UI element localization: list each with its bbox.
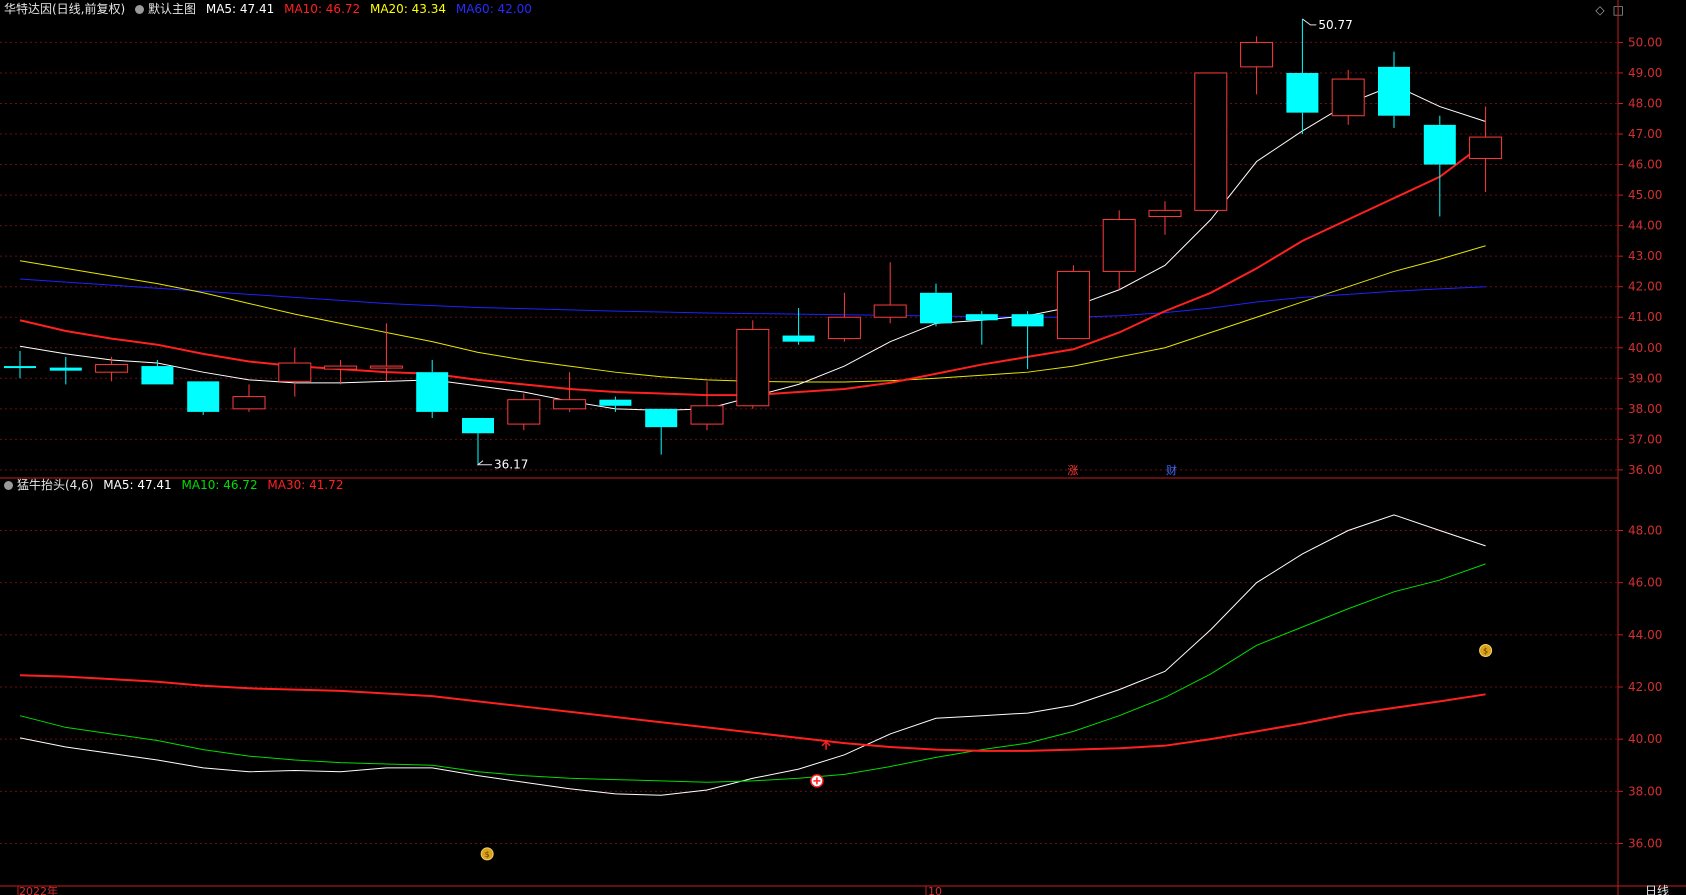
price-tick-label: 50.00	[1628, 35, 1662, 49]
candle-body	[462, 417, 494, 434]
indicator-tick-label: 38.00	[1628, 784, 1662, 798]
candle-body	[1331, 78, 1365, 117]
price-tick-label: 40.00	[1628, 341, 1662, 355]
candle-body	[232, 396, 266, 410]
candle-body	[1056, 270, 1090, 340]
low-price-label: 36.17	[494, 458, 528, 472]
candle-body	[4, 366, 36, 369]
candle-body	[416, 372, 449, 412]
price-tick-label: 49.00	[1628, 66, 1662, 80]
stock-chart[interactable]: 50.00 49.00 48.00 47.00 46.00 45.00 44.00 43.00…	[0, 0, 1686, 895]
price-tick-label: 39.00	[1628, 371, 1662, 385]
candle-body	[1286, 72, 1319, 113]
candle-body	[645, 408, 678, 428]
indicator-tick-label: 36.00	[1628, 836, 1662, 850]
indicator-tick-label: 44.00	[1628, 628, 1662, 642]
candle-body	[369, 365, 403, 369]
candle-body	[1194, 72, 1228, 211]
price-tick-label: 43.00	[1628, 249, 1662, 263]
candle-body	[599, 399, 632, 406]
indicator-tick-label: 48.00	[1628, 524, 1662, 538]
candle-body	[49, 367, 82, 371]
candle-body	[95, 364, 129, 373]
candle-body	[1378, 66, 1410, 116]
ma-line-ma60	[19, 278, 1486, 318]
candle-body	[187, 381, 220, 412]
candle-body	[690, 405, 724, 425]
candle-body	[553, 399, 587, 410]
candle-body	[1240, 41, 1274, 68]
candle-body	[736, 328, 770, 407]
zhang-badge: 涨	[1067, 464, 1078, 477]
price-tick-label: 48.00	[1628, 96, 1662, 110]
price-tick-label: 42.00	[1628, 280, 1662, 294]
candle-body	[1148, 209, 1182, 217]
month-label: 10	[928, 885, 942, 895]
price-tick-label: 46.00	[1628, 158, 1662, 172]
candle-body	[873, 304, 907, 318]
indicator-tick-label: 46.00	[1628, 576, 1662, 590]
candle-body	[324, 365, 358, 370]
money-bag-icon-glyph: $	[1483, 646, 1488, 655]
candle-body	[278, 362, 312, 382]
price-tick-label: 37.00	[1628, 432, 1662, 446]
candle-body	[965, 314, 998, 321]
high-price-label: 50.77	[1318, 18, 1352, 32]
candle-body	[141, 366, 174, 385]
low-pointer	[476, 460, 492, 466]
price-tick-label: 36.00	[1628, 463, 1662, 477]
candle-body	[1011, 314, 1044, 327]
candle-body	[1102, 219, 1136, 272]
year-label: 2022年	[19, 884, 58, 895]
price-tick-label: 44.00	[1628, 219, 1662, 233]
indicator-line-ma10	[19, 563, 1486, 783]
candle-body	[1469, 136, 1503, 159]
cai-badge: 财	[1166, 463, 1177, 477]
candle-body	[1423, 124, 1456, 165]
candle-body	[827, 316, 861, 340]
money-bag-icon-glyph: $	[485, 850, 490, 859]
candle-body	[920, 292, 952, 324]
candle-body	[507, 399, 541, 425]
candle-body	[782, 335, 815, 342]
indicator-line-ma5	[19, 514, 1486, 796]
indicator-tick-label: 40.00	[1628, 732, 1662, 746]
indicator-tick-label: 42.00	[1628, 680, 1662, 694]
period-label: 日线	[1645, 884, 1669, 895]
price-tick-label: 45.00	[1628, 188, 1662, 202]
price-tick-label: 38.00	[1628, 402, 1662, 416]
price-tick-label: 41.00	[1628, 310, 1662, 324]
price-tick-label: 47.00	[1628, 127, 1662, 141]
high-pointer	[1302, 18, 1317, 26]
